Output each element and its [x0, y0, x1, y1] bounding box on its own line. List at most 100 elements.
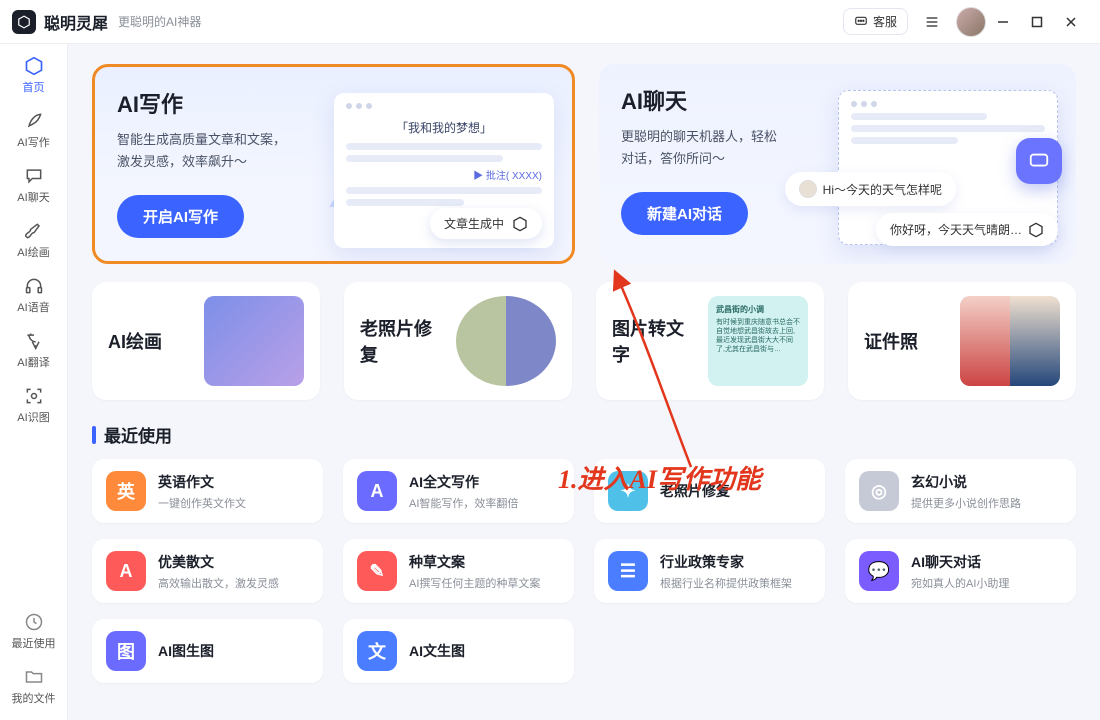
mock-status-pill: 文章生成中 — [430, 208, 542, 239]
app-name: 聪明灵犀 — [44, 10, 108, 34]
sidebar-item-label: AI聊天 — [17, 189, 49, 205]
main-content: AI写作 智能生成高质量文章和文案， 激发灵感，效率飙升～ 开启AI写作 AI … — [68, 44, 1100, 720]
sidebar-item-files[interactable]: 我的文件 — [4, 661, 64, 712]
sidebar-item-label: AI翻译 — [17, 354, 49, 370]
mock-chat-question: Hi～今天的天气怎样呢 — [785, 172, 956, 206]
brush-icon — [24, 221, 44, 241]
feather-icon — [24, 111, 44, 131]
tile-title: 图片转文字 — [612, 315, 696, 367]
tile-ocr[interactable]: 图片转文字 武昌街的小调 有时候到重庆随意书总会不自觉地想武昌街故去上回, 最近… — [596, 282, 824, 400]
recent-card[interactable]: A 优美散文高效输出散文，激发灵感 — [92, 539, 323, 603]
mock-chat-answer: 你好呀，今天天气晴朗… — [876, 213, 1058, 246]
recent-card-title: 玄幻小说 — [911, 472, 1021, 492]
sidebar-item-label: AI识图 — [17, 409, 49, 425]
recent-card-sub: AI撰写任何主题的种草文案 — [409, 575, 540, 591]
start-ai-write-button[interactable]: 开启AI写作 — [117, 195, 244, 238]
recent-card[interactable]: 💬AI聊天对话宛如真人的AI小助理 — [845, 539, 1076, 603]
hamburger-menu-icon[interactable] — [918, 8, 946, 36]
recent-heading: 最近使用 — [92, 422, 1076, 447]
tile-ai-paint[interactable]: AI绘画 — [92, 282, 320, 400]
recent-card-icon: ◎ — [859, 471, 899, 511]
recent-card-sub: 宛如真人的AI小助理 — [911, 575, 1009, 591]
tile-thumb — [960, 296, 1060, 386]
recent-card-sub: 根据行业名称提供政策框架 — [660, 575, 792, 591]
titlebar: 聪明灵犀 更聪明的AI神器 客服 — [0, 0, 1100, 44]
sidebar-item-ocr[interactable]: AI识图 — [4, 380, 64, 431]
window-minimize-button[interactable] — [986, 8, 1020, 36]
recent-card-title: AI全文写作 — [409, 472, 518, 492]
recent-card-sub: AI智能写作，效率翻倍 — [409, 495, 518, 511]
recent-card-sub: 一键创作英文作文 — [158, 495, 246, 511]
translate-icon — [24, 331, 44, 351]
tile-title: AI绘画 — [108, 328, 162, 354]
recent-card-icon: 💬 — [859, 551, 899, 591]
sidebar-item-label: 最近使用 — [12, 635, 56, 651]
tile-thumb — [456, 296, 556, 386]
folder-icon — [24, 667, 44, 687]
support-button[interactable]: 客服 — [843, 8, 908, 35]
sidebar-item-recent[interactable]: 最近使用 — [4, 606, 64, 657]
hero-card-ai-write[interactable]: AI写作 智能生成高质量文章和文案， 激发灵感，效率飙升～ 开启AI写作 AI … — [92, 64, 575, 264]
new-ai-chat-button[interactable]: 新建AI对话 — [621, 192, 748, 235]
app-tagline: 更聪明的AI神器 — [118, 13, 201, 30]
recent-card-icon: 图 — [106, 631, 146, 671]
tile-title: 证件照 — [864, 328, 918, 354]
recent-card[interactable]: 英英语作文一键创作英文作文 — [92, 459, 323, 523]
recent-card[interactable]: ☰ 行业政策专家根据行业名称提供政策框架 — [594, 539, 825, 603]
sidebar-item-label: AI写作 — [17, 134, 49, 150]
recent-card-icon: A — [357, 471, 397, 511]
accent-bar — [92, 426, 96, 444]
window-maximize-button[interactable] — [1020, 8, 1054, 36]
support-label: 客服 — [873, 13, 897, 30]
recent-card-icon: 英 — [106, 471, 146, 511]
annotation-text: 1.进入AI写作功能 — [558, 459, 761, 496]
app-logo-icon — [12, 10, 36, 34]
hero-card-ai-chat[interactable]: AI聊天 更聪明的聊天机器人，轻松 对话，答你所问～ 新建AI对话 Hi～今天的… — [599, 64, 1076, 264]
chat-icon — [24, 166, 44, 186]
hero-chat-desc: 更聪明的聊天机器人，轻松 对话，答你所问～ — [621, 126, 831, 170]
recent-card-icon: ☰ — [608, 551, 648, 591]
recent-card[interactable]: A AI全文写作 AI智能写作，效率翻倍 — [343, 459, 574, 523]
tile-thumb: 武昌街的小调 有时候到重庆随意书总会不自觉地想武昌街故去上回, 最近发现武昌街大… — [708, 296, 808, 386]
recent-card-title: AI图生图 — [158, 641, 214, 661]
recent-card[interactable]: 图 AI图生图 — [92, 619, 323, 683]
recent-card-icon: ✎ — [357, 551, 397, 591]
recent-card[interactable]: ✎种草文案AI撰写任何主题的种草文案 — [343, 539, 574, 603]
sidebar-item-home[interactable]: 首页 — [4, 50, 64, 101]
tile-photo-restore[interactable]: 老照片修复 — [344, 282, 572, 400]
sidebar-item-voice[interactable]: AI语音 — [4, 270, 64, 321]
recent-card-title: AI文生图 — [409, 641, 465, 661]
recent-card[interactable]: ◎玄幻小说提供更多小说创作思路 — [845, 459, 1076, 523]
chat-bubble-icon — [854, 15, 868, 29]
user-avatar[interactable] — [956, 7, 986, 37]
mock-doc-title: 「我和我的梦想」 — [346, 115, 542, 138]
recent-card-sub: 高效输出散文，激发灵感 — [158, 575, 279, 591]
hero-write-desc: 智能生成高质量文章和文案， 激发灵感，效率飙升～ — [117, 129, 327, 173]
sidebar-item-label: 我的文件 — [12, 690, 56, 706]
recent-card-icon: A — [106, 551, 146, 591]
tile-thumb — [204, 296, 304, 386]
mock-doc-meta: ▶ 批注( XXXX) — [346, 167, 542, 182]
sidebar-item-chat[interactable]: AI聊天 — [4, 160, 64, 211]
tile-id-photo[interactable]: 证件照 — [848, 282, 1076, 400]
sidebar-item-translate[interactable]: AI翻译 — [4, 325, 64, 376]
hexagon-icon — [24, 56, 44, 76]
scan-icon — [24, 386, 44, 406]
hexagon-icon — [1028, 222, 1044, 238]
clock-icon — [24, 612, 44, 632]
sidebar: 首页 AI写作 AI聊天 AI绘画 AI语音 AI翻译 AI识图 最 — [0, 44, 68, 720]
sidebar-item-label: 首页 — [23, 79, 45, 95]
hexagon-icon — [512, 216, 528, 232]
recent-card[interactable]: 文 AI文生图 — [343, 619, 574, 683]
sidebar-item-label: AI绘画 — [17, 244, 49, 260]
tile-title: 老照片修复 — [360, 315, 444, 367]
sidebar-item-paint[interactable]: AI绘画 — [4, 215, 64, 266]
sidebar-item-write[interactable]: AI写作 — [4, 105, 64, 156]
avatar-icon — [799, 180, 817, 198]
chat-fab-icon — [1016, 138, 1062, 184]
recent-card-icon: 文 — [357, 631, 397, 671]
window-close-button[interactable] — [1054, 8, 1088, 36]
sidebar-item-label: AI语音 — [17, 299, 49, 315]
recent-card-title: 优美散文 — [158, 552, 279, 572]
recent-card-title: 行业政策专家 — [660, 552, 792, 572]
